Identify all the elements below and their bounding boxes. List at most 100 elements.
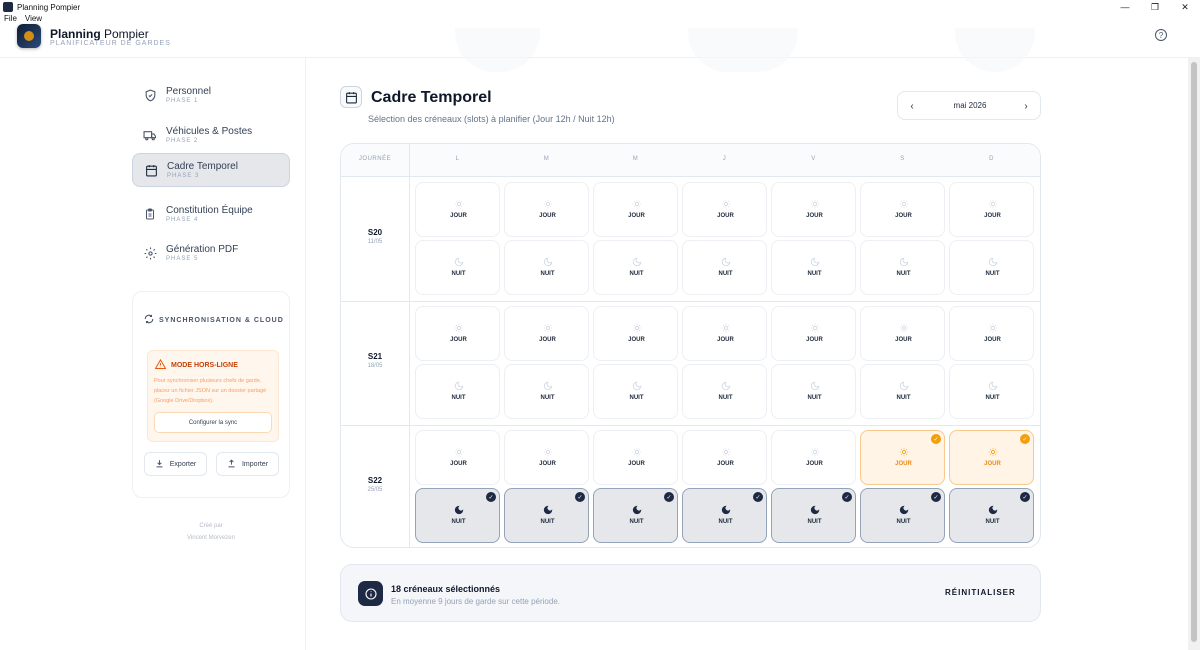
slot-day[interactable]: JOUR xyxy=(504,306,589,361)
grid-divider xyxy=(409,144,410,547)
slot-day[interactable]: JOUR xyxy=(771,430,856,485)
slot-night[interactable]: NUIT xyxy=(504,364,589,419)
credit-author: Vincent Morvezen xyxy=(187,535,235,541)
maximize-button[interactable]: ❐ xyxy=(1140,0,1170,14)
slot-day[interactable]: JOUR xyxy=(682,430,767,485)
week-label: S20 11/05 xyxy=(341,228,409,245)
slot-day[interactable]: JOUR xyxy=(949,306,1034,361)
slot-night[interactable]: NUIT xyxy=(682,364,767,419)
slot-night[interactable]: NUIT xyxy=(415,240,500,295)
slot-night[interactable]: NUIT xyxy=(415,364,500,419)
scrollbar-thumb[interactable] xyxy=(1191,62,1197,642)
sidebar-item-phase: PHASE 4 xyxy=(166,217,199,223)
slot-night[interactable]: NUIT xyxy=(860,364,945,419)
moon-icon xyxy=(950,505,1035,515)
moon-icon xyxy=(772,381,857,391)
sun-icon xyxy=(594,447,679,457)
slot-night[interactable]: NUIT ✓ xyxy=(949,488,1034,543)
week-number: S22 xyxy=(367,476,383,485)
sun-icon xyxy=(416,199,501,209)
sidebar-item-phase: PHASE 3 xyxy=(167,173,200,179)
slot-night[interactable]: NUIT xyxy=(593,364,678,419)
sidebar-item-constitution[interactable]: Constitution Équipe PHASE 4 xyxy=(132,197,290,231)
slot-label: JOUR xyxy=(717,213,734,219)
summary-subtitle: En moyenne 9 jours de garde sur cette pé… xyxy=(391,597,560,606)
calendar-icon xyxy=(340,86,362,108)
slot-day[interactable]: JOUR xyxy=(593,306,678,361)
menu-file[interactable]: File xyxy=(4,14,17,26)
header-decoration xyxy=(688,28,798,72)
slot-label: JOUR xyxy=(628,461,645,467)
page-subtitle: Sélection des créneaux (slots) à planifi… xyxy=(368,114,615,124)
window-controls: — ❐ ✕ xyxy=(1110,0,1200,14)
slot-night[interactable]: NUIT xyxy=(504,240,589,295)
credit-line: Créé par xyxy=(199,523,223,529)
slot-night[interactable]: NUIT ✓ xyxy=(771,488,856,543)
slot-day[interactable]: JOUR xyxy=(593,182,678,237)
import-button[interactable]: Importer xyxy=(216,452,279,476)
sync-title: SYNCHRONISATION & CLOUD xyxy=(159,316,284,324)
slot-day[interactable]: JOUR xyxy=(860,306,945,361)
moon-icon xyxy=(950,381,1035,391)
moon-icon xyxy=(772,257,857,267)
slot-day[interactable]: JOUR xyxy=(682,306,767,361)
warning-icon xyxy=(154,358,167,371)
minimize-button[interactable]: — xyxy=(1110,0,1140,14)
slot-day[interactable]: JOUR xyxy=(504,182,589,237)
slot-night[interactable]: NUIT ✓ xyxy=(415,488,500,543)
close-button[interactable]: ✕ xyxy=(1170,0,1200,14)
moon-icon xyxy=(594,505,679,515)
week-number: S20 xyxy=(367,228,383,237)
slot-night[interactable]: NUIT xyxy=(771,240,856,295)
slot-label: JOUR xyxy=(450,461,467,467)
slot-day[interactable]: JOUR xyxy=(415,182,500,237)
slot-day[interactable]: JOUR xyxy=(949,182,1034,237)
slot-night[interactable]: NUIT xyxy=(860,240,945,295)
import-label: Importer xyxy=(241,460,269,468)
summary-title: 18 créneaux sélectionnés xyxy=(391,584,501,594)
slot-night[interactable]: NUIT xyxy=(949,364,1034,419)
sun-icon xyxy=(772,323,857,333)
slot-day[interactable]: JOUR xyxy=(415,306,500,361)
slot-day[interactable]: JOUR ✓ xyxy=(860,430,945,485)
menu-view[interactable]: View xyxy=(25,14,42,26)
week-date: 25/05 xyxy=(367,487,383,493)
configure-sync-button[interactable]: Configurer la sync xyxy=(154,412,272,433)
offline-header: MODE HORS-LIGNE xyxy=(154,358,238,371)
slot-day[interactable]: JOUR xyxy=(682,182,767,237)
reset-button[interactable]: RÉINITIALISER xyxy=(945,588,1016,597)
help-icon[interactable]: ? xyxy=(1155,29,1167,41)
slot-night[interactable]: NUIT xyxy=(771,364,856,419)
slot-day[interactable]: JOUR xyxy=(415,430,500,485)
next-month-button[interactable]: › xyxy=(1018,98,1034,114)
slot-day[interactable]: JOUR xyxy=(771,306,856,361)
slot-day[interactable]: JOUR xyxy=(860,182,945,237)
sidebar-item-personnel[interactable]: Personnel PHASE 1 xyxy=(132,78,290,112)
sidebar-item-cadre-temporel[interactable]: Cadre Temporel PHASE 3 xyxy=(132,153,290,187)
sidebar-item-generation-pdf[interactable]: Génération PDF PHASE 5 xyxy=(132,236,290,270)
export-button[interactable]: Exporter xyxy=(144,452,207,476)
scrollbar[interactable] xyxy=(1188,58,1200,650)
slot-night[interactable]: NUIT ✓ xyxy=(682,488,767,543)
check-icon: ✓ xyxy=(664,492,674,502)
slot-night[interactable]: NUIT ✓ xyxy=(504,488,589,543)
sync-header: SYNCHRONISATION & CLOUD xyxy=(144,314,284,326)
header-decoration xyxy=(955,28,1035,72)
slot-day[interactable]: JOUR xyxy=(504,430,589,485)
slot-day[interactable]: JOUR xyxy=(771,182,856,237)
slot-night[interactable]: NUIT xyxy=(949,240,1034,295)
slot-night[interactable]: NUIT xyxy=(593,240,678,295)
slot-day[interactable]: JOUR ✓ xyxy=(949,430,1034,485)
sidebar-item-vehicules[interactable]: Véhicules & Postes PHASE 2 xyxy=(132,118,290,152)
slot-label: NUIT xyxy=(807,271,822,277)
slot-label: JOUR xyxy=(450,337,467,343)
sun-icon xyxy=(861,199,946,209)
slot-night[interactable]: NUIT ✓ xyxy=(860,488,945,543)
slot-label: JOUR xyxy=(895,461,912,467)
moon-icon xyxy=(505,505,590,515)
slot-day[interactable]: JOUR xyxy=(593,430,678,485)
slot-night[interactable]: NUIT ✓ xyxy=(593,488,678,543)
header-decoration xyxy=(455,28,540,72)
slot-night[interactable]: NUIT xyxy=(682,240,767,295)
moon-icon xyxy=(683,381,768,391)
